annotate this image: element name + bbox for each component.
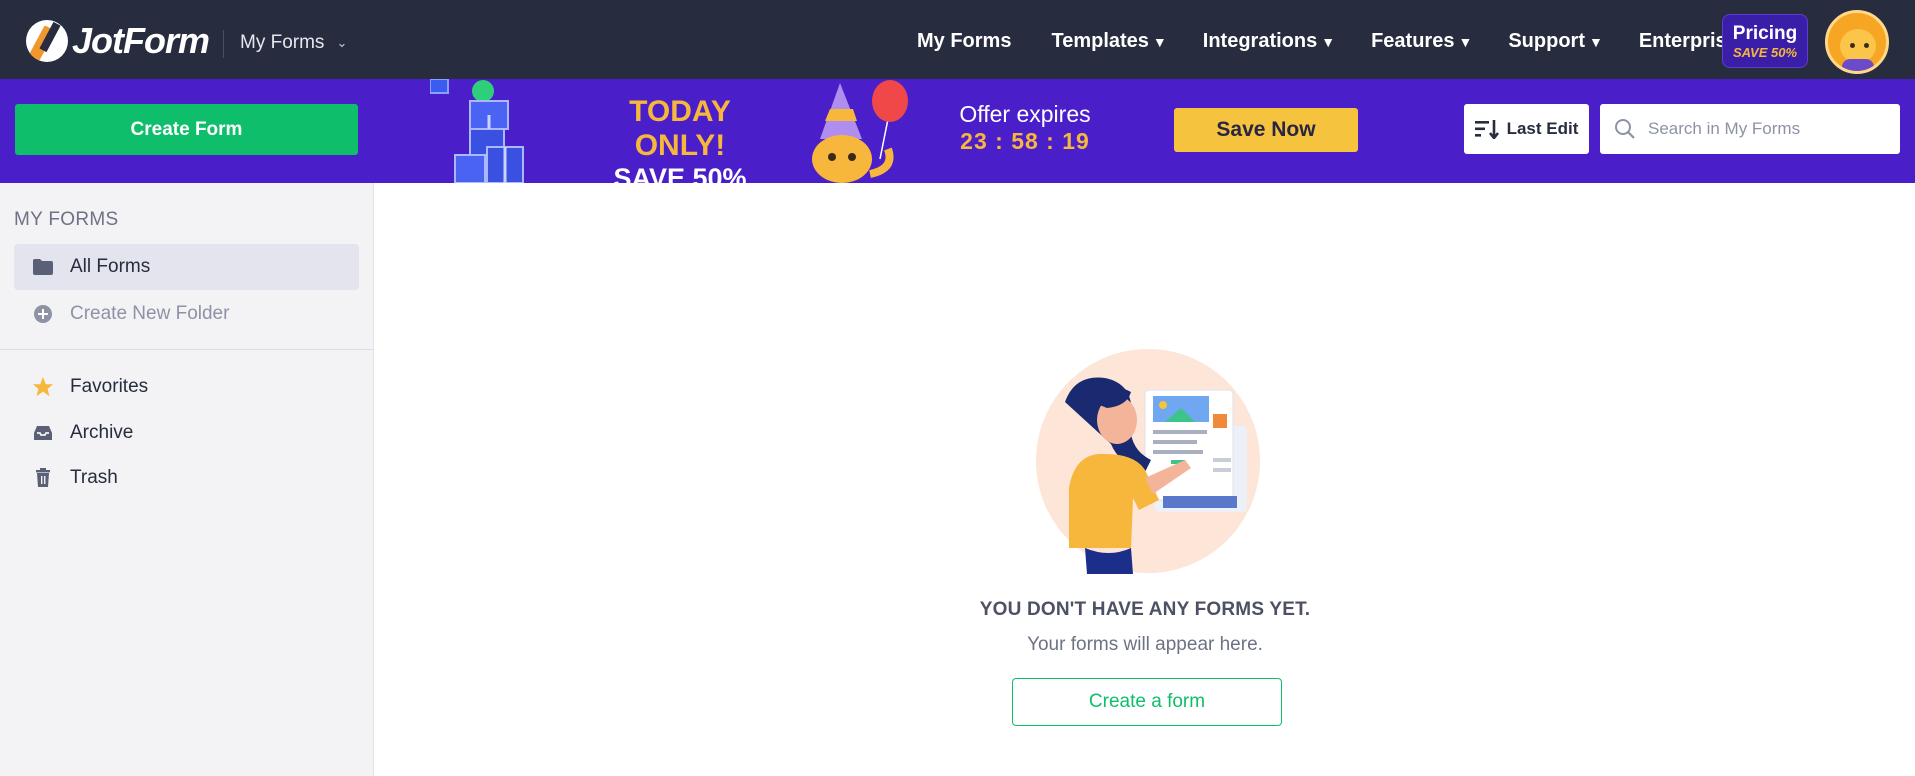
sidebar-divider [0,349,373,350]
top-navbar: JotForm My Forms ⌄ My Forms Templates ▼ I… [0,0,1915,79]
folder-icon [32,256,54,278]
sidebar-item-label: Favorites [70,376,149,397]
search-box[interactable] [1600,104,1900,154]
search-input[interactable] [1648,119,1888,139]
sidebar-item-archive[interactable]: Archive [14,410,359,456]
create-a-form-button[interactable]: Create a form [1012,678,1282,726]
search-icon [1615,119,1635,139]
sidebar-item-label: Archive [70,422,134,443]
empty-state-subtitle: Your forms will appear here. [1027,634,1263,655]
caret-down-icon: ▼ [1152,34,1167,50]
sort-last-edit-button[interactable]: Last Edit [1464,104,1589,154]
sidebar-item-label: All Forms [70,256,151,277]
sidebar-item-all-forms[interactable]: All Forms [14,244,359,290]
archive-inbox-icon [32,422,54,444]
avatar[interactable] [1825,10,1889,74]
sidebar-title: MY FORMS [14,209,119,230]
party-cat-illustration [800,79,910,183]
empty-state-title: YOU DON'T HAVE ANY FORMS YET. [979,599,1311,620]
jotform-logo[interactable]: JotForm [26,20,210,62]
sort-label: Last Edit [1506,119,1579,138]
nav-templates[interactable]: Templates ▼ [1051,30,1166,53]
star-icon [32,376,54,398]
pricing-button[interactable]: Pricing SAVE 50% [1722,14,1808,68]
main-nav: My Forms Templates ▼ Integrations ▼ Featur… [917,30,1738,53]
jotform-logo-icon [26,20,68,62]
sidebar-item-trash[interactable]: Trash [14,455,359,501]
offer-expires: Offer expires 23 : 58 : 19 [945,101,1105,155]
sidebar: MY FORMS All Forms Create New Folder Fav… [0,183,374,776]
my-forms-dropdown-label: My Forms [240,32,325,53]
caret-down-icon: ▼ [1588,34,1603,50]
nav-my-forms[interactable]: My Forms [917,30,1011,53]
caret-down-icon: ▼ [1458,34,1473,50]
caret-down-icon: ▼ [1321,34,1336,50]
nav-divider [223,30,224,58]
offer-expires-label: Offer expires [959,101,1091,127]
sidebar-item-create-folder[interactable]: Create New Folder [14,291,359,337]
promo-bar: Create Form TODAY ONLY! SAVE 50% Offer e… [0,78,1915,193]
today-only-label: TODAY ONLY! [629,95,731,162]
trash-icon [32,467,54,489]
gift-boxes-illustration [429,78,540,184]
create-form-button[interactable]: Create Form [15,104,358,155]
forms-list-area: YOU DON'T HAVE ANY FORMS YET. Your forms… [375,183,1915,776]
logo-text: JotForm [72,20,210,61]
sort-icon [1474,120,1499,139]
nav-features[interactable]: Features ▼ [1371,30,1472,53]
sidebar-item-label: Trash [70,467,118,488]
pricing-label: Pricing [1732,22,1798,44]
nav-integrations[interactable]: Integrations ▼ [1203,30,1335,53]
plus-circle-icon [32,303,54,325]
empty-state-illustration [1035,348,1261,574]
save-now-button[interactable]: Save Now [1174,108,1358,152]
sidebar-item-label: Create New Folder [70,303,230,324]
my-forms-dropdown[interactable]: My Forms ⌄ [240,32,347,54]
today-only-text: TODAY ONLY! SAVE 50% [580,95,780,194]
chevron-down-icon: ⌄ [336,35,348,50]
pricing-badge: SAVE 50% [1732,44,1798,60]
sidebar-item-favorites[interactable]: Favorites [14,364,359,410]
nav-support[interactable]: Support ▼ [1508,30,1603,53]
countdown-timer: 23 : 58 : 19 [960,128,1090,154]
